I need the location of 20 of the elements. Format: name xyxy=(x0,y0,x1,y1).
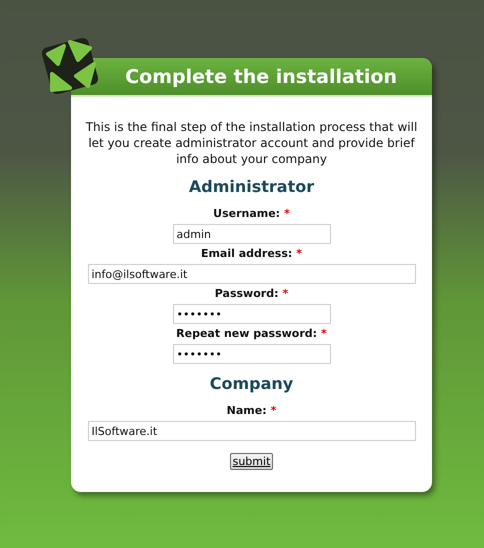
field-label: Repeat new password: xyxy=(176,327,318,340)
input-field[interactable]: ••••••• xyxy=(172,344,330,364)
field-label: Username: xyxy=(213,207,280,220)
input-field[interactable]: info@ilsoftware.it xyxy=(88,264,416,284)
submit-button[interactable]: submit xyxy=(230,453,274,470)
page-title: Complete the installation xyxy=(125,66,397,88)
input-field[interactable]: IlSoftware.it xyxy=(88,421,416,441)
section-heading: Administrator xyxy=(188,177,314,196)
section-heading: Company xyxy=(210,374,294,393)
field-label: Email address: xyxy=(200,247,292,260)
field-label: Name: xyxy=(226,404,267,417)
intro-text: This is the final step of the installation process that will let you create administrator account and provide brief info about your company xyxy=(84,119,418,167)
field-label: Password: xyxy=(214,287,278,300)
required-mark: * xyxy=(270,404,276,417)
required-mark: * xyxy=(321,327,327,340)
required-mark: * xyxy=(296,247,302,260)
required-mark: * xyxy=(282,287,288,300)
input-field[interactable]: admin xyxy=(172,224,330,244)
input-field[interactable]: ••••••• xyxy=(172,304,330,324)
required-mark: * xyxy=(284,207,290,220)
